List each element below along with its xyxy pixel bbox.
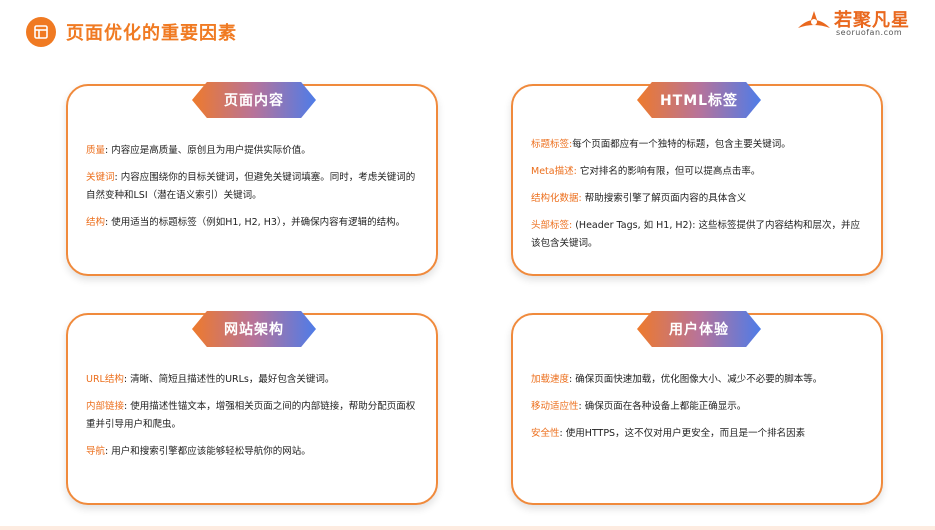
list-item: 导航: 用户和搜索引擎都应该能够轻松导航你的网站。 xyxy=(86,443,420,461)
item-key: 头部标签: xyxy=(531,220,573,232)
logo-mark-icon xyxy=(796,8,832,38)
list-item: 结构: 使用适当的标题标签（例如H1, H2, H3），并确保内容有逻辑的结构。 xyxy=(86,214,420,232)
list-item: 移动适应性: 确保页面在各种设备上都能正确显示。 xyxy=(531,398,865,416)
list-item: 头部标签: (Header Tags, 如 H1, H2): 这些标签提供了内容… xyxy=(531,217,865,253)
item-text: : 用户和搜索引擎都应该能够轻松导航你的网站。 xyxy=(105,446,311,458)
list-item: 安全性: 使用HTTPS，这不仅对用户更安全，而且是一个排名因素 xyxy=(531,425,865,443)
bottom-divider xyxy=(0,526,935,530)
item-text: : 使用HTTPS，这不仅对用户更安全，而且是一个排名因素 xyxy=(559,428,806,440)
card-user-experience: 用户体验 加载速度: 确保页面快速加载，优化图像大小、减少不必要的脚本等。 移动… xyxy=(511,311,883,505)
card-body-site-architecture: URL结构: 清晰、简短且描述性的URLs，最好包含关键词。 内部链接: 使用描… xyxy=(86,371,420,470)
item-text: 它对排名的影响有限，但可以提高点击率。 xyxy=(576,166,761,178)
item-key: 标题标签: xyxy=(531,139,573,150)
card-body-html-tags: 标题标签:每个页面都应有一个独特的标题，包含主要关键词。 Meta描述: 它对排… xyxy=(531,136,865,262)
item-key: 安全性 xyxy=(531,428,560,440)
card-tag-site-architecture: 网站架构 xyxy=(192,311,316,347)
item-key: 移动适应性 xyxy=(531,401,579,413)
item-text: : 使用描述性锚文本，增强相关页面之间的内部链接，帮助分配页面权重并引导用户和爬… xyxy=(86,401,416,431)
card-html-tags: HTML标签 标题标签:每个页面都应有一个独特的标题，包含主要关键词。 Meta… xyxy=(511,82,883,276)
item-key: 结构 xyxy=(86,217,106,229)
item-text: : 确保页面快速加载，优化图像大小、减少不必要的脚本等。 xyxy=(569,374,823,385)
list-item: 关键词: 内容应围绕你的目标关键词，但避免关键词填塞。同时，考虑关键词的自然变种… xyxy=(86,169,420,205)
item-text: : 内容应是高质量、原创且为用户提供实际价值。 xyxy=(105,145,311,156)
card-tag-page-content: 页面内容 xyxy=(192,82,316,118)
list-item: Meta描述: 它对排名的影响有限，但可以提高点击率。 xyxy=(531,163,865,181)
list-item: 加载速度: 确保页面快速加载，优化图像大小、减少不必要的脚本等。 xyxy=(531,371,865,389)
item-key: 质量 xyxy=(86,145,106,156)
item-key: Meta描述: xyxy=(531,166,577,178)
item-text: (Header Tags, 如 H1, H2): 这些标签提供了内容结构和层次，… xyxy=(531,220,860,250)
header: 页面优化的重要因素 若聚凡星 seoruofan.com xyxy=(0,0,935,60)
card-tag-user-experience: 用户体验 xyxy=(637,311,761,347)
item-text: : 使用适当的标题标签（例如H1, H2, H3），并确保内容有逻辑的结构。 xyxy=(105,217,406,229)
item-text: : 清晰、简短且描述性的URLs，最好包含关键词。 xyxy=(123,374,335,385)
item-key: 内部链接 xyxy=(86,401,125,413)
card-body-user-experience: 加载速度: 确保页面快速加载，优化图像大小、减少不必要的脚本等。 移动适应性: … xyxy=(531,371,865,452)
document-icon xyxy=(26,17,56,47)
item-key: URL结构 xyxy=(86,374,124,385)
item-key: 结构化数据: xyxy=(531,193,582,205)
list-item: 结构化数据: 帮助搜索引擎了解页面内容的具体含义 xyxy=(531,190,865,208)
item-text: 帮助搜索引擎了解页面内容的具体含义 xyxy=(581,193,747,205)
logo: 若聚凡星 seoruofan.com xyxy=(796,6,926,42)
card-page-content: 页面内容 质量: 内容应是高质量、原创且为用户提供实际价值。 关键词: 内容应围… xyxy=(66,82,438,276)
item-key: 加载速度 xyxy=(531,374,570,385)
list-item: 质量: 内容应是高质量、原创且为用户提供实际价值。 xyxy=(86,142,420,160)
card-site-architecture: 网站架构 URL结构: 清晰、简短且描述性的URLs，最好包含关键词。 内部链接… xyxy=(66,311,438,505)
logo-subtext: seoruofan.com xyxy=(836,28,903,37)
list-item: 内部链接: 使用描述性锚文本，增强相关页面之间的内部链接，帮助分配页面权重并引导… xyxy=(86,398,420,434)
item-text: : 确保页面在各种设备上都能正确显示。 xyxy=(578,401,747,413)
list-item: 标题标签:每个页面都应有一个独特的标题，包含主要关键词。 xyxy=(531,136,865,154)
item-text: 每个页面都应有一个独特的标题，包含主要关键词。 xyxy=(572,139,791,150)
card-tag-html-tags: HTML标签 xyxy=(637,82,761,118)
item-text: : 内容应围绕你的目标关键词，但避免关键词填塞。同时，考虑关键词的自然变种和LS… xyxy=(86,172,416,202)
list-item: URL结构: 清晰、简短且描述性的URLs，最好包含关键词。 xyxy=(86,371,420,389)
page-title: 页面优化的重要因素 xyxy=(66,23,237,44)
item-key: 关键词 xyxy=(86,172,115,184)
card-body-page-content: 质量: 内容应是高质量、原创且为用户提供实际价值。 关键词: 内容应围绕你的目标… xyxy=(86,142,420,241)
item-key: 导航 xyxy=(86,446,106,458)
